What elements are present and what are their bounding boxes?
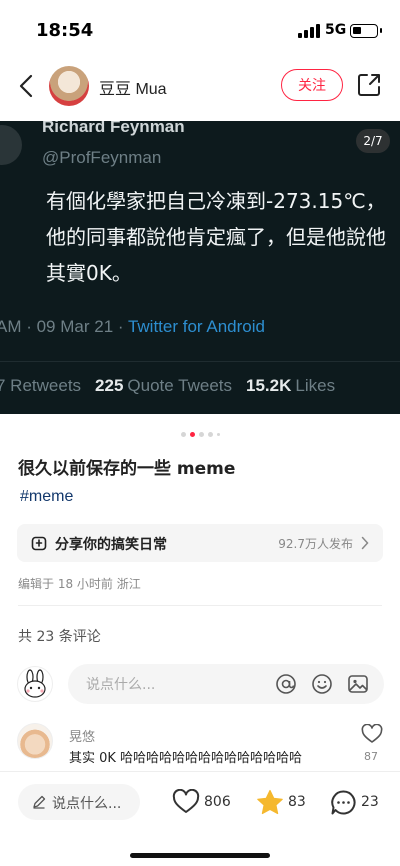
tweet-likes-label: Likes xyxy=(295,376,336,395)
star-icon xyxy=(257,789,283,814)
tweet-likes-count: 15.2K xyxy=(246,376,292,395)
at-mention-icon[interactable] xyxy=(275,673,297,695)
share-box-icon xyxy=(31,536,47,551)
post-header: 豆豆 Mua 关注 xyxy=(0,60,400,112)
carousel-dot xyxy=(180,432,186,437)
carousel-dot-active xyxy=(189,432,195,437)
collection-label: 分享你的搞笑日常 xyxy=(55,537,167,553)
image-page-indicator: 2/7 xyxy=(356,129,390,153)
comment-button[interactable]: 23 xyxy=(330,788,379,816)
tweet-retweets: 7 Retweets xyxy=(0,376,82,395)
network-label: 5G xyxy=(325,22,347,38)
comment-like-count: 87 xyxy=(364,750,378,763)
tweet-stats: 7 Retweets 225 Quote Tweets 15.2K Likes xyxy=(0,376,335,396)
carousel-dots xyxy=(0,432,400,438)
bottom-action-bar: 说点什么... 806 83 23 xyxy=(0,771,400,866)
collect-button[interactable]: 83 xyxy=(256,788,306,816)
tweet-time: AM · 09 Mar 21 · xyxy=(0,317,128,336)
tweet-quote-label: Quote Tweets xyxy=(127,376,233,395)
post-image[interactable]: Richard Feynman @ProfFeynman 2/7 有個化學家把自… xyxy=(0,121,400,414)
tweet-source: Twitter for Android xyxy=(127,317,265,336)
like-count: 806 xyxy=(204,794,231,810)
home-indicator xyxy=(130,853,270,858)
tweet-divider xyxy=(0,361,400,362)
author-name[interactable]: 豆豆 Mua xyxy=(99,75,167,99)
like-button[interactable]: 806 xyxy=(172,788,231,816)
comment-total-count: 23 xyxy=(361,794,379,810)
section-divider xyxy=(18,605,382,606)
battery-icon xyxy=(350,24,382,38)
carousel-dot xyxy=(198,432,204,437)
tweet-author-name: Richard Feynman xyxy=(42,121,185,136)
tweet-avatar xyxy=(0,125,22,165)
tweet-text: 有個化學家把自己冷凍到-273.15℃，他的同事都說他肯定瘋了，但是他說他其實0… xyxy=(46,189,386,285)
comment-bubble-icon xyxy=(331,789,356,814)
comment-input-placeholder: 说点什么... xyxy=(86,677,156,693)
bottom-input-placeholder: 说点什么... xyxy=(52,796,122,812)
status-bar: 18:54 5G xyxy=(0,0,400,60)
tweet-quote-count: 225 xyxy=(95,376,124,395)
comment-text: 其实 0K 哈哈哈哈哈哈哈哈哈哈哈哈哈哈 xyxy=(69,751,303,766)
heart-icon xyxy=(172,789,200,813)
collect-count: 83 xyxy=(288,794,306,810)
chevron-left-icon xyxy=(19,74,33,98)
author-avatar[interactable] xyxy=(49,66,89,106)
tweet-meta: AM · 09 Mar 21 · Twitter for Android xyxy=(0,317,265,337)
post-title: 很久以前保存的一些 meme xyxy=(18,459,236,479)
comment-input[interactable]: 说点什么... xyxy=(68,664,384,704)
commenter-avatar[interactable] xyxy=(17,723,53,759)
edit-info: 编辑于 18 小时前 浙江 xyxy=(18,577,141,591)
commenter-name[interactable]: 晃悠 xyxy=(69,726,95,745)
comment-count: 共 23 条评论 xyxy=(18,629,101,645)
tweet-author-handle: @ProfFeynman xyxy=(42,148,162,167)
carousel-dot xyxy=(216,433,220,436)
topic-collection-banner[interactable]: 分享你的搞笑日常 92.7万人发布 xyxy=(17,524,383,562)
back-button[interactable] xyxy=(14,72,38,100)
collection-count: 92.7万人发布 xyxy=(278,537,353,551)
post-hashtag[interactable]: #meme xyxy=(20,488,73,506)
follow-button[interactable]: 关注 xyxy=(281,69,343,101)
carousel-dot xyxy=(207,432,213,437)
pen-icon xyxy=(33,795,46,809)
bottom-comment-input[interactable]: 说点什么... xyxy=(18,784,140,820)
signal-icon xyxy=(298,24,320,38)
chevron-right-icon xyxy=(361,536,369,550)
share-icon[interactable] xyxy=(356,72,382,98)
image-icon[interactable] xyxy=(347,673,369,695)
bunny-avatar-icon xyxy=(24,669,46,698)
comment-heart-icon[interactable] xyxy=(361,724,383,744)
my-avatar xyxy=(17,666,53,702)
emoji-icon[interactable] xyxy=(311,673,333,695)
status-time: 18:54 xyxy=(36,20,94,41)
